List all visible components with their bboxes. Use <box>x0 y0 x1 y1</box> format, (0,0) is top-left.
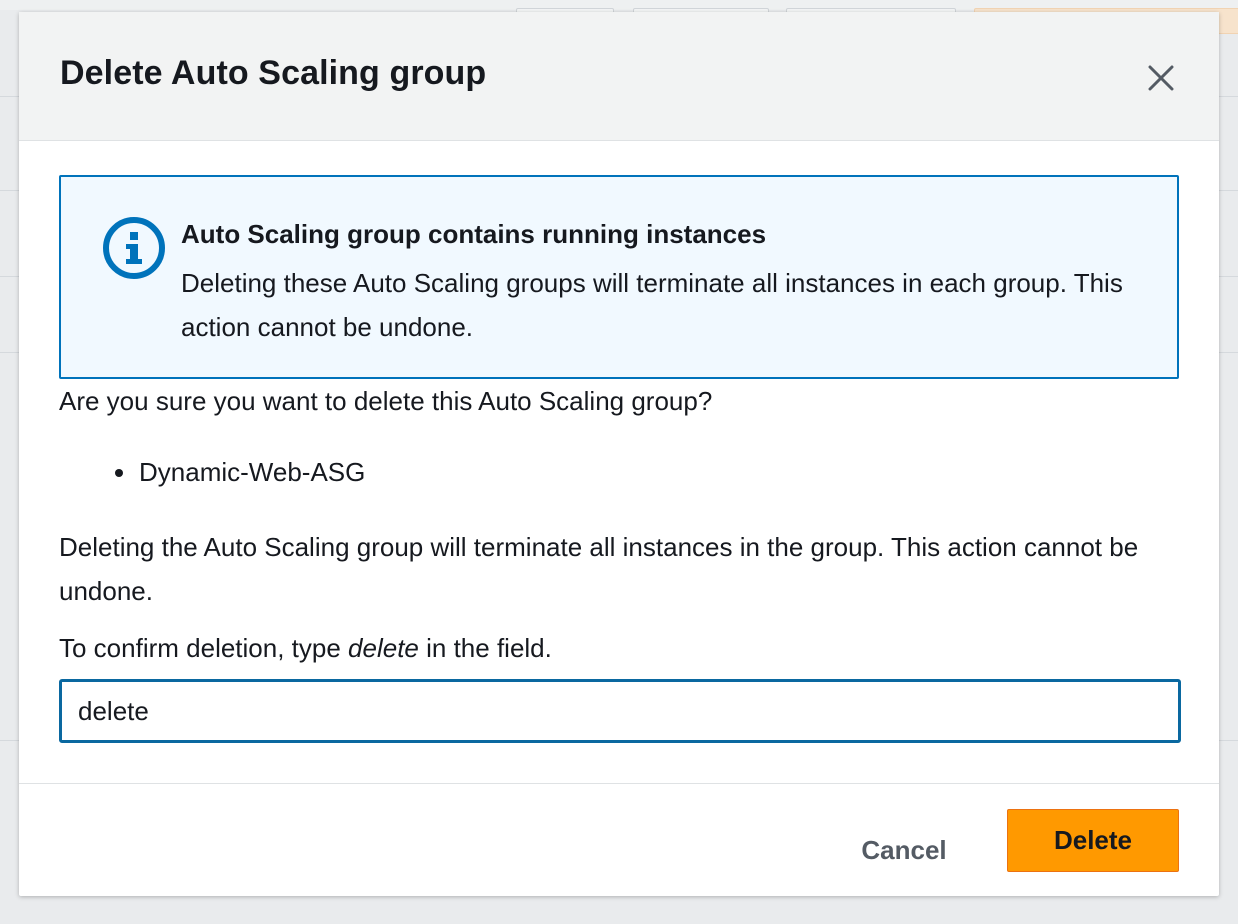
confirm-question: Are you sure you want to delete this Aut… <box>59 386 713 416</box>
info-icon <box>103 217 165 279</box>
background-divider <box>0 190 19 191</box>
delete-button[interactable]: Delete <box>1007 809 1179 872</box>
group-list: Dynamic-Web-ASG <box>115 457 366 488</box>
background-divider <box>0 276 19 277</box>
background-divider <box>1219 740 1238 741</box>
confirm-instruction: To confirm deletion, type delete in the … <box>59 633 552 664</box>
close-button[interactable] <box>1143 60 1179 96</box>
background-divider <box>1219 352 1238 353</box>
confirm-suffix: in the field. <box>418 633 552 663</box>
close-icon <box>1148 65 1174 91</box>
background-divider <box>0 352 19 353</box>
background-divider <box>1219 276 1238 277</box>
confirm-delete-input[interactable] <box>59 679 1181 743</box>
modal-header: Delete Auto Scaling group <box>19 12 1219 141</box>
bullet-icon <box>115 469 123 477</box>
modal-title: Delete Auto Scaling group <box>60 54 487 92</box>
confirm-prefix: To confirm deletion, type <box>59 633 349 663</box>
alert-message: Deleting these Auto Scaling groups will … <box>181 268 1123 342</box>
list-item: Dynamic-Web-ASG <box>115 457 366 488</box>
warning-text: Deleting the Auto Scaling group will ter… <box>59 532 1139 606</box>
background-divider <box>0 96 19 97</box>
cancel-button[interactable]: Cancel <box>839 820 969 880</box>
alert-title: Auto Scaling group contains running inst… <box>181 219 767 249</box>
group-name: Dynamic-Web-ASG <box>139 457 366 487</box>
delete-asg-modal: Delete Auto Scaling group Auto Scaling g… <box>19 12 1219 896</box>
confirm-keyword: delete <box>348 633 419 663</box>
background-divider <box>0 740 19 741</box>
background-divider <box>1219 96 1238 97</box>
info-alert: Auto Scaling group contains running inst… <box>59 175 1179 379</box>
background-divider <box>1219 190 1238 191</box>
modal-footer: Cancel Delete <box>19 783 1219 897</box>
